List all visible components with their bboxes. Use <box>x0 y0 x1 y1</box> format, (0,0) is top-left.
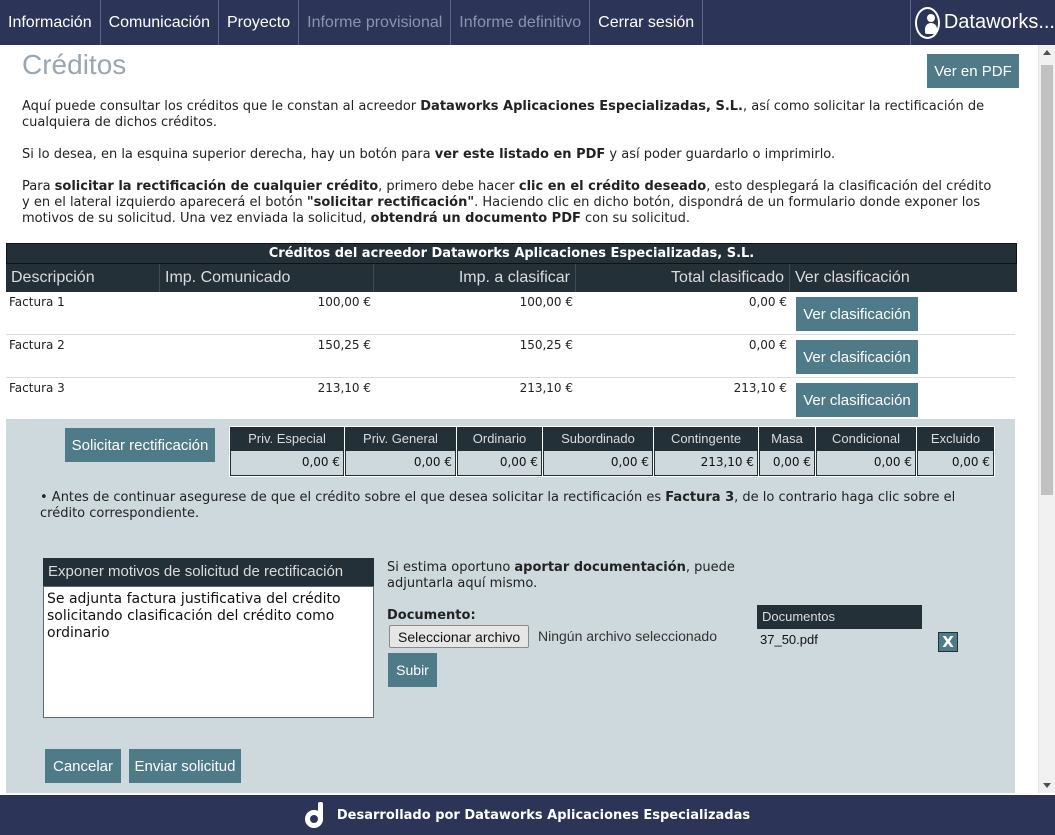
classification-column: Priv. General 0,00 € <box>344 426 456 477</box>
classification-header: Priv. General <box>345 427 456 451</box>
footer-text: Desarrollado por Dataworks Aplicaciones … <box>336 807 751 823</box>
upload-button[interactable]: Subir <box>388 653 437 687</box>
view-pdf-button[interactable]: Ver en PDF <box>927 54 1019 88</box>
footer: Desarrollado por Dataworks Aplicaciones … <box>0 795 1055 835</box>
rectification-panel: Solicitar rectificación Priv. Especial 0… <box>6 419 1015 793</box>
solicitar-rectificacion-button[interactable]: Solicitar rectificación <box>65 428 215 462</box>
classification-value: 0,00 € <box>457 451 542 476</box>
classification-column: Contingente 213,10 € <box>653 426 758 477</box>
select-file-button[interactable]: Seleccionar archivo <box>389 625 530 648</box>
page-scrollbar[interactable] <box>1038 45 1055 793</box>
cell-ver-clasificacion: Ver clasificación <box>790 335 1015 377</box>
send-request-button[interactable]: Enviar solicitud <box>129 749 241 783</box>
document-label: Documento: <box>387 608 476 623</box>
cancel-button[interactable]: Cancelar <box>45 749 121 783</box>
documentation-note: Si estima oportuno aportar documentación… <box>387 560 735 591</box>
ver-clasificacion-button[interactable]: Ver clasificación <box>796 297 918 331</box>
classification-value: 0,00 € <box>230 451 344 476</box>
credits-table-caption: Créditos del acreedor Dataworks Aplicaci… <box>6 243 1017 264</box>
motivos-textarea[interactable]: Se adjunta factura justificativa del cré… <box>43 586 374 718</box>
classification-header: Masa <box>759 427 815 451</box>
user-menu[interactable]: Dataworks... <box>910 0 1055 45</box>
classification-header: Contingente <box>654 427 758 451</box>
ver-clasificacion-button[interactable]: Ver clasificación <box>796 340 918 374</box>
intro-paragraph-1: Aquí puede consultar los créditos que le… <box>22 99 985 130</box>
nav-item-informe-definitivo[interactable]: Informe definitivo <box>451 0 591 45</box>
brand-name: Dataworks... <box>943 11 1055 33</box>
cell-descripcion: Factura 2 <box>9 338 65 352</box>
dataworks-logo-icon <box>304 802 327 828</box>
cell-imp-comunicado: 100,00 € <box>317 295 371 309</box>
nav-item-informe-provisional[interactable]: Informe provisional <box>299 0 452 45</box>
classification-value: 0,00 € <box>759 451 815 476</box>
table-row[interactable]: Factura 2 150,25 € 150,25 € 0,00 € Ver c… <box>6 335 1015 378</box>
column-header-total-clasificado: Total clasificado <box>576 264 790 292</box>
classification-column: Ordinario 0,00 € <box>456 426 542 477</box>
page-title: Créditos <box>22 49 127 80</box>
nav-item-comunicacion[interactable]: Comunicación <box>101 0 219 45</box>
scrollbar-thumb[interactable] <box>1041 65 1053 495</box>
column-header-imp-clasificar: Imp. a clasificar <box>374 264 576 292</box>
scroll-down-arrow-icon[interactable] <box>1043 783 1051 788</box>
intro-paragraph-3: Para solicitar la rectificación de cualq… <box>22 179 992 226</box>
cell-total-clasificado: 0,00 € <box>748 338 787 352</box>
classification-header: Priv. Especial <box>230 427 344 451</box>
classification-column: Priv. Especial 0,00 € <box>229 426 344 477</box>
file-status: Ningún archivo seleccionado <box>538 628 717 644</box>
classification-header: Subordinado <box>543 427 653 451</box>
cell-descripcion: Factura 3 <box>9 381 65 395</box>
delete-document-icon[interactable]: X <box>938 632 958 652</box>
classification-column: Condicional 0,00 € <box>815 426 916 477</box>
classification-value: 213,10 € <box>654 451 758 476</box>
classification-header: Excluido <box>917 427 994 451</box>
nav-item-proyecto[interactable]: Proyecto <box>219 0 300 45</box>
classification-value: 0,00 € <box>816 451 916 476</box>
classification-value: 0,00 € <box>917 451 994 476</box>
motivos-form: Exponer motivos de solicitud de rectific… <box>43 558 374 718</box>
table-row[interactable]: Factura 1 100,00 € 100,00 € 0,00 € Ver c… <box>6 292 1015 335</box>
cell-ver-clasificacion: Ver clasificación <box>790 378 1015 420</box>
documents-header: Documentos <box>757 605 922 629</box>
classification-header: Condicional <box>816 427 916 451</box>
credits-table-header: Descripción Imp. Comunicado Imp. a clasi… <box>6 264 1017 292</box>
scroll-up-arrow-icon[interactable] <box>1043 50 1051 55</box>
cell-ver-clasificacion: Ver clasificación <box>790 292 1015 334</box>
document-file-link[interactable]: 37_50.pdf <box>760 632 818 647</box>
cell-imp-comunicado: 213,10 € <box>317 381 371 395</box>
credit-warning: • Antes de continuar asegurese de que el… <box>40 490 956 521</box>
classification-column: Masa 0,00 € <box>758 426 815 477</box>
cell-total-clasificado: 213,10 € <box>733 381 787 395</box>
cell-imp-clasificar: 150,25 € <box>519 338 573 352</box>
cell-imp-clasificar: 213,10 € <box>519 381 573 395</box>
classification-column: Subordinado 0,00 € <box>542 426 653 477</box>
classification-column: Excluido 0,00 € <box>916 426 995 477</box>
intro-paragraph-2: Si lo desea, en la esquina superior dere… <box>22 147 836 162</box>
column-header-ver-clasificacion: Ver clasificación <box>795 269 910 286</box>
table-row[interactable]: Factura 3 213,10 € 213,10 € 213,10 € Ver… <box>6 378 1015 421</box>
nav-item-informacion[interactable]: Información <box>0 0 101 45</box>
cell-total-clasificado: 0,00 € <box>748 295 787 309</box>
classification-value: 0,00 € <box>345 451 456 476</box>
top-navigation: Información Comunicación Proyecto Inform… <box>0 0 1055 45</box>
column-header-imp-comunicado: Imp. Comunicado <box>160 264 374 292</box>
ver-clasificacion-button[interactable]: Ver clasificación <box>796 383 918 417</box>
cell-imp-clasificar: 100,00 € <box>519 295 573 309</box>
cell-imp-comunicado: 150,25 € <box>317 338 371 352</box>
cell-descripcion: Factura 1 <box>9 295 65 309</box>
user-icon <box>915 6 940 39</box>
nav-item-cerrar-sesion[interactable]: Cerrar sesión <box>590 0 704 45</box>
classification-value: 0,00 € <box>543 451 653 476</box>
classification-header: Ordinario <box>457 427 542 451</box>
motivos-header: Exponer motivos de solicitud de rectific… <box>43 558 374 586</box>
classification-table: Priv. Especial 0,00 € Priv. General 0,00… <box>229 426 995 477</box>
column-header-descripcion: Descripción <box>6 264 160 292</box>
